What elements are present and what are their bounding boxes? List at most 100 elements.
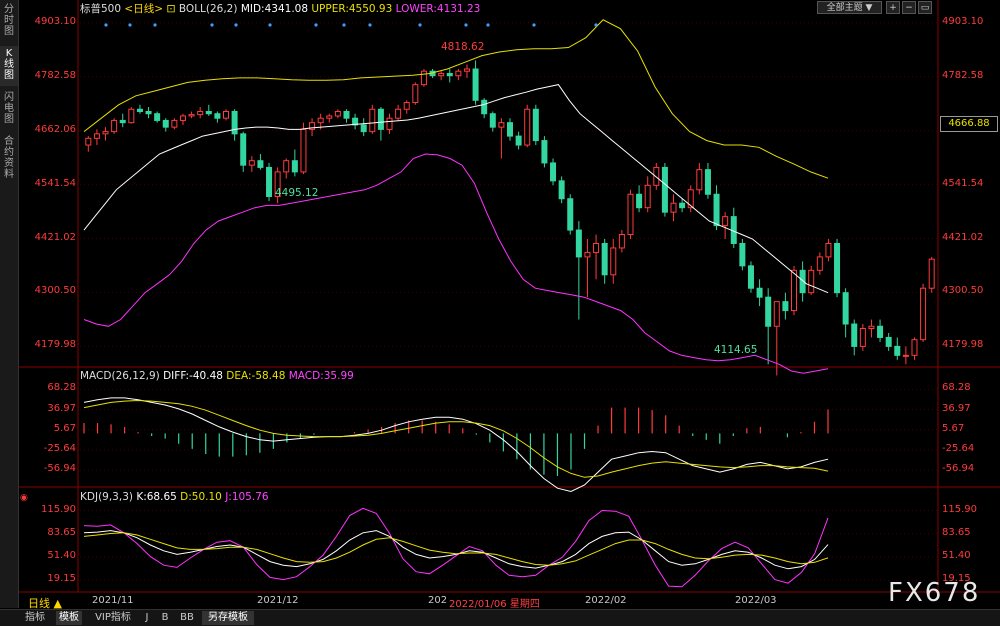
candle-body	[240, 133, 247, 166]
candle-body	[197, 110, 204, 116]
boll-lower-value: LOWER:4131.23	[395, 3, 481, 15]
tab-j[interactable]: J	[140, 611, 154, 625]
boll-upper-value: UPPER:4550.93	[311, 3, 393, 15]
macd-tick-label: 5.67	[942, 422, 965, 434]
candle-body	[558, 180, 565, 200]
signal-dot	[342, 23, 346, 27]
tab-bb[interactable]: BB	[178, 611, 196, 625]
window-toggle-button[interactable]: ▭	[918, 1, 932, 14]
kdj-tick-label: 51.40	[942, 549, 971, 561]
macd-dea-value: DEA:-58.48	[226, 370, 286, 382]
candle-body	[420, 70, 427, 86]
low-annotation-1: 4495.12	[275, 187, 319, 199]
tab-vip-indicator[interactable]: VIP指标	[92, 611, 134, 625]
macd-tick-label: 68.28	[942, 382, 971, 394]
signal-dot	[418, 23, 422, 27]
candle-body	[360, 124, 367, 133]
main-header: 标普500 <日线> ⊡ BOLL(26,2) MID:4341.08 UPPE…	[80, 1, 480, 16]
macd-tick-label: 5.67	[53, 422, 76, 434]
current-price-tag: 4666.88	[940, 116, 998, 132]
price-tick-label: 4782.58	[942, 69, 984, 81]
candle-body	[326, 115, 333, 119]
candle-body	[722, 216, 729, 227]
candle-body	[885, 336, 892, 347]
x-tick-label: 202	[428, 595, 448, 606]
tab-indicator[interactable]: 指标	[22, 611, 48, 625]
topic-select[interactable]: 全部主题 ▼	[817, 1, 882, 14]
candle-body	[739, 242, 746, 267]
signal-dot	[486, 23, 490, 27]
symbol-name: 标普500	[80, 3, 122, 15]
sidebar-tab-kline[interactable]: K线图	[0, 46, 18, 86]
signal-dot	[314, 23, 318, 27]
candle-body	[343, 110, 350, 119]
candle-body	[257, 160, 264, 168]
zoom-out-button[interactable]: −	[902, 1, 916, 14]
candle-body	[128, 108, 135, 124]
macd-tick-label: 36.97	[47, 402, 76, 414]
price-tick-label: 4541.54	[942, 177, 984, 189]
price-tick-label: 4903.10	[34, 15, 76, 27]
candle-body	[214, 113, 221, 119]
candle-body	[377, 108, 384, 130]
candle-body	[902, 354, 909, 357]
kdj-tick-label: 83.65	[942, 526, 971, 538]
price-tick-label: 4662.06	[34, 123, 76, 135]
macd-name: MACD(26,12,9)	[80, 370, 160, 382]
boll-mid-value: MID:4341.08	[240, 3, 309, 15]
window-icon: ▭	[920, 3, 930, 13]
period-label: <日线>	[124, 3, 163, 15]
candle-body	[713, 193, 720, 227]
candle-body	[696, 169, 703, 191]
candle-body	[842, 292, 849, 325]
tab-template[interactable]: 模板	[56, 611, 82, 625]
candle-body	[601, 242, 608, 276]
sidebar-tab-contract-info[interactable]: 合约资料	[0, 134, 18, 186]
candle-body	[704, 169, 711, 195]
chevron-down-icon: ▼	[865, 3, 873, 13]
candle-body	[472, 68, 479, 101]
candle-body	[481, 99, 488, 115]
candle-body	[851, 323, 858, 347]
candle-body	[283, 160, 290, 173]
kdj-tick-label: 115.90	[942, 503, 977, 515]
candle-body	[636, 193, 643, 209]
candle-body	[119, 119, 126, 124]
signal-dot	[464, 23, 468, 27]
x-tick-label: 2021/12	[257, 595, 299, 606]
chart-canvas[interactable]	[0, 0, 1000, 625]
tab-save-template[interactable]: 另存模板	[202, 611, 254, 625]
macd-tick-label: -25.64	[43, 442, 76, 454]
macd-tick-label: 68.28	[47, 382, 76, 394]
candle-body	[670, 202, 677, 213]
sidebar-tab-flash[interactable]: 闪电图	[0, 90, 18, 130]
tab-b[interactable]: B	[158, 611, 172, 625]
macd-diff-value: DIFF:-40.48	[163, 370, 223, 382]
signal-dot	[268, 23, 272, 27]
crosshair-date-label: 2022/01/06 星期四	[449, 599, 540, 610]
signal-dot	[153, 23, 157, 27]
kdj-d-value: D:50.10	[180, 491, 222, 503]
macd-tick-label: 36.97	[942, 402, 971, 414]
candle-body	[334, 110, 341, 117]
candle-body	[231, 110, 238, 135]
candle-body	[791, 269, 797, 312]
macd-tick-label: -56.94	[43, 463, 76, 475]
candle-body	[627, 193, 634, 236]
candle-body	[171, 119, 178, 128]
candle-body	[291, 160, 298, 173]
candle-body	[507, 122, 513, 137]
signal-dot	[210, 23, 214, 27]
minus-icon: −	[905, 3, 913, 13]
candle-body	[136, 108, 143, 112]
candle-body	[111, 119, 118, 133]
price-tick-label: 4179.98	[942, 339, 984, 351]
kdj-j-line	[83, 507, 829, 588]
zoom-in-button[interactable]: +	[886, 1, 900, 14]
candle-body	[248, 160, 255, 166]
low-annotation-2: 4114.65	[714, 344, 758, 356]
sidebar-tab-intraday[interactable]: 分时图	[0, 2, 18, 42]
high-annotation: 4818.62	[441, 41, 485, 53]
kdj-tick-label: 19.15	[47, 573, 76, 585]
candle-body	[205, 110, 212, 115]
